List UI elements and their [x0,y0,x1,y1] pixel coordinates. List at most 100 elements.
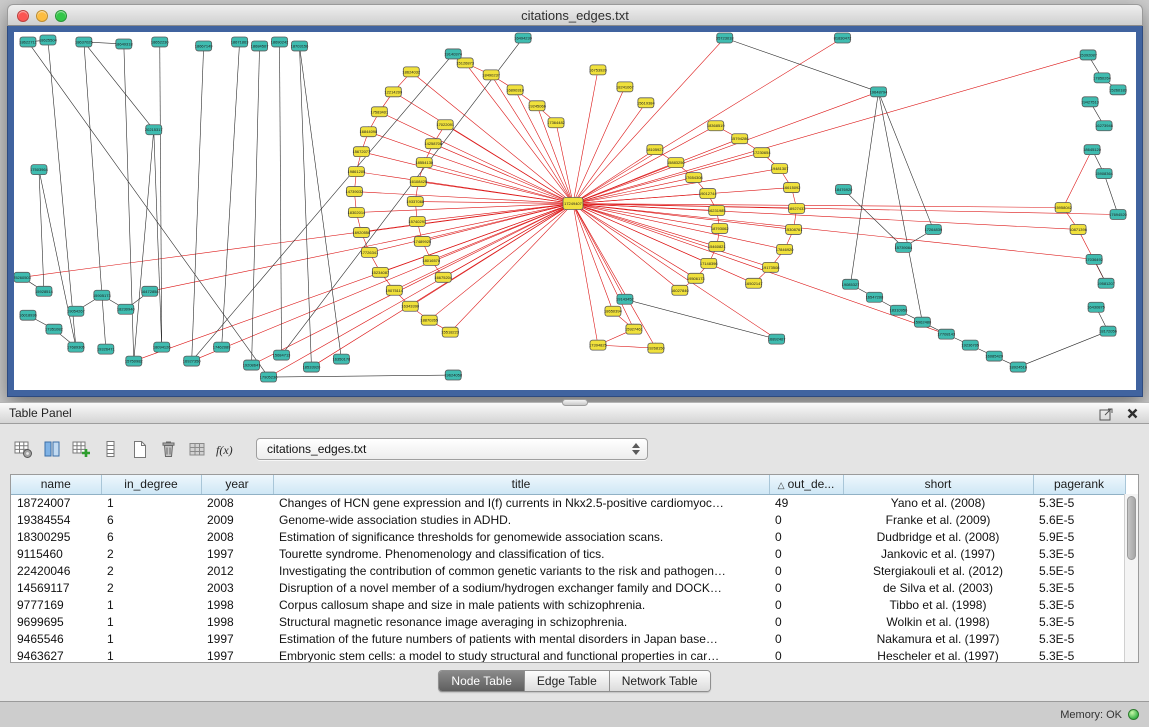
graph-edge [573,204,785,250]
graph-node-label: 16615092 [783,185,802,190]
graph-edge [354,192,573,204]
graph-edge [252,204,573,366]
table-cell: 1997 [201,630,273,647]
table-cell: 0 [769,647,843,663]
window-titlebar[interactable]: citations_edges.txt [7,4,1143,26]
new-file-icon[interactable] [126,436,153,462]
zoom-window-button[interactable] [55,10,67,22]
traffic-lights [17,5,67,27]
node-table: name in_degree year title △out_de... short pag… [11,475,1126,663]
table-row[interactable]: 911546021997Tourette syndrome. Phenomeno… [11,545,1125,562]
graph-edge [573,188,792,204]
graph-node-label: 17148396 [700,261,719,266]
graph-node-label: 16085429 [985,354,1004,359]
table-cell: 9465546 [11,630,101,647]
graph-node-label: 19143452 [616,297,635,302]
column-header-in_degree[interactable]: in_degree [101,475,201,494]
graph-node-label: 18310956 [890,308,909,313]
tab-edge-table[interactable]: Edge Table [525,671,610,691]
table-row[interactable]: 946554611997Estimation of the future num… [11,630,1125,647]
graph-edge [192,204,573,362]
graph-node-label: 16502147 [745,281,764,286]
graph-node-label: 15739064 [895,245,914,250]
graph-node-label: 16231985 [708,208,727,213]
graph-node-label: 15518223 [441,330,460,335]
table-cell: 5.3E-5 [1033,494,1125,511]
column-header-year[interactable]: year [201,475,273,494]
graph-edge [573,204,656,349]
graph-node-label: 16920556 [353,230,372,235]
table-cell: Stergiakouli et al. (2012) [843,562,1033,579]
column-header-label: title [512,477,531,491]
column-header-pagerank[interactable]: pagerank [1033,475,1125,494]
network-canvas[interactable]: 1724940718624032122142091758340116844098… [14,32,1136,390]
tab-node-table[interactable]: Node Table [439,671,525,691]
dropdown-arrows-icon [628,440,643,458]
table-row[interactable]: 2242004622012Investigating the contribut… [11,562,1125,579]
table-cell: 1997 [201,647,273,663]
graph-node-label: 19012744 [699,191,718,196]
show-columns-icon[interactable] [39,436,66,462]
table-row[interactable]: 1456911722003Disruption of a novel membe… [11,579,1125,596]
graph-node-label: 16675204 [434,275,453,280]
graph-edge [445,125,573,204]
graph-node-label: 14258706 [424,141,443,146]
table-cell: 5.3E-5 [1033,579,1125,596]
graph-edge [299,46,341,359]
graph-node-label: 17846920 [776,247,795,252]
function-icon[interactable]: f(x) [213,436,240,462]
close-window-button[interactable] [17,10,29,22]
panel-resize-handle[interactable] [562,399,588,406]
table-cell: 9463627 [11,647,101,663]
graph-node-label: 18927433 [788,206,807,211]
graph-node-label: 17364482 [547,120,566,125]
delete-icon[interactable] [155,436,182,462]
graph-edge [48,40,76,347]
graph-edge [39,170,44,292]
table-cell: 9699695 [11,613,101,630]
table-cell: 14569117 [11,579,101,596]
graph-node-label: 12214209 [384,89,403,94]
rows-icon[interactable] [97,436,124,462]
table-scrollbar-thumb[interactable] [1127,496,1136,560]
table-settings-icon[interactable] [10,436,37,462]
graph-node-label: 17249407 [564,201,583,206]
graph-node-label: 17264839 [924,227,943,232]
graph-node-label: 18793062 [711,226,730,231]
table-row[interactable]: 977716911998Corpus callosum shape and si… [11,596,1125,613]
graph-node-label: 18671863 [231,39,250,44]
graph-node-label: 18554130 [415,160,434,165]
graph-node-label: 15740291 [408,219,427,224]
minimize-window-button[interactable] [36,10,48,22]
table-row[interactable]: 1872400712008Changes of HCN gene express… [11,494,1125,511]
float-panel-icon[interactable] [1098,405,1114,421]
import-table-icon[interactable] [184,436,211,462]
column-header-short[interactable]: short [843,475,1033,494]
column-header-label: in_degree [124,477,177,491]
table-cell: 1 [101,613,201,630]
table-scrollbar[interactable] [1124,494,1138,662]
table-cell: 1998 [201,613,273,630]
tab-network-table[interactable]: Network Table [610,671,710,691]
table-row[interactable]: 1938455462009Genome-wide association stu… [11,511,1125,528]
table-row[interactable]: 946362711997Embryonic stem cells: a mode… [11,647,1125,663]
table-cell: 2012 [201,562,273,579]
table-cell: 0 [769,596,843,613]
table-row[interactable]: 969969511998Structural magnetic resonanc… [11,613,1125,630]
graph-node-label: 16753920 [589,67,608,72]
graph-edge [39,170,76,348]
table-cell: 18300295 [11,528,101,545]
close-panel-icon[interactable] [1124,405,1140,421]
graph-node-label: 15883250 [667,160,686,165]
table-source-dropdown[interactable]: citations_edges.txt [256,438,648,460]
column-header-title[interactable]: title [273,475,769,494]
column-header-name[interactable]: name [11,475,101,494]
column-header-out_de[interactable]: △out_de... [769,475,843,494]
graph-edge [1104,174,1118,215]
column-header-label: short [925,477,952,491]
create-column-icon[interactable] [68,436,95,462]
graph-edge [422,204,573,242]
graph-node-label: 17726341 [360,250,379,255]
table-row[interactable]: 1830029562008Estimation of significance … [11,528,1125,545]
graph-node-label: 18703156 [291,43,310,48]
